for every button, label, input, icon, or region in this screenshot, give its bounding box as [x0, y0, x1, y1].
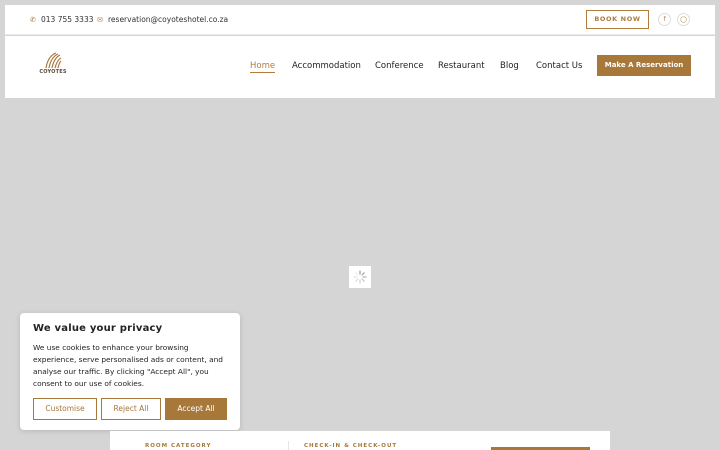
facebook-icon[interactable]: f [658, 13, 671, 26]
nav-accommodation[interactable]: Accommodation [292, 61, 361, 71]
cookie-consent-banner: We value your privacy We use cookies to … [20, 313, 240, 430]
check-in-out-label: CHECK-IN & CHECK-OUT [304, 443, 398, 449]
booking-divider [288, 441, 289, 450]
booking-form: ROOM CATEGORY CHECK-IN & CHECK-OUT [110, 431, 610, 450]
nav-home[interactable]: Home [250, 61, 276, 73]
accept-all-button[interactable]: Accept All [165, 398, 227, 420]
nav-conference[interactable]: Conference [375, 61, 424, 71]
phone-number: 013 755 3333 [41, 15, 94, 24]
nav-contact-us[interactable]: Contact Us [536, 61, 582, 71]
top-bar: ✆ 013 755 3333 ✉ reservation@coyoteshote… [5, 5, 715, 35]
instagram-icon[interactable]: ◯ [677, 13, 690, 26]
nav-blog[interactable]: Blog [500, 61, 519, 71]
book-now-button[interactable]: BOOK NOW [586, 10, 649, 29]
email-address: reservation@coyoteshotel.co.za [108, 15, 229, 24]
reject-all-button[interactable]: Reject All [101, 398, 161, 420]
coyotes-logo[interactable]: COYOTES [38, 50, 68, 80]
customise-button[interactable]: Customise [33, 398, 97, 420]
nav-restaurant[interactable]: Restaurant [438, 61, 485, 71]
main-navigation: COYOTES Home Accommodation Conference Re… [5, 36, 715, 98]
room-category-label: ROOM CATEGORY [145, 443, 212, 449]
phone-icon: ✆ [30, 15, 36, 24]
loading-spinner-icon [349, 266, 371, 288]
envelope-icon: ✉ [97, 15, 103, 24]
logo-text: COYOTES [39, 69, 67, 75]
make-reservation-button[interactable]: Make A Reservation [597, 55, 691, 76]
phone-contact[interactable]: ✆ 013 755 3333 [29, 15, 94, 24]
logo-emblem-icon [45, 52, 62, 69]
cookie-title: We value your privacy [33, 323, 163, 334]
cookie-message: We use cookies to enhance your browsing … [33, 343, 224, 388]
email-contact[interactable]: ✉ reservation@coyoteshotel.co.za [96, 15, 228, 24]
